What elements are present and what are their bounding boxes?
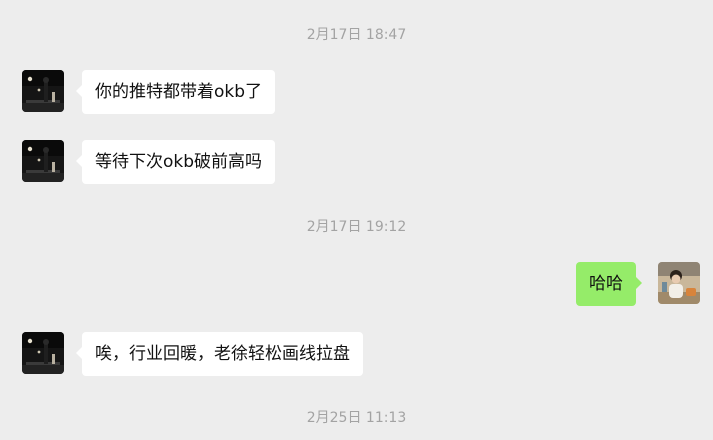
timestamp: 2月25日 11:13 bbox=[306, 410, 407, 426]
contact-avatar[interactable] bbox=[22, 332, 64, 374]
timestamp: 2月17日 19:12 bbox=[306, 219, 407, 235]
message-row-outgoing: 哈哈 bbox=[0, 262, 713, 308]
contact-avatar[interactable] bbox=[22, 140, 64, 182]
message-row-incoming: 等待下次okb破前高吗 bbox=[0, 140, 713, 186]
contact-avatar-image bbox=[22, 70, 64, 112]
message-bubble[interactable]: 哈哈 bbox=[576, 262, 642, 306]
contact-avatar-image bbox=[22, 140, 64, 182]
chat-history: 2月17日 18:47 你的推特都带着okb了 等待下次okb破前高吗 2月17… bbox=[0, 0, 713, 440]
message-row-incoming: 唉，行业回暖，老徐轻松画线拉盘 bbox=[0, 332, 713, 378]
contact-avatar-image bbox=[22, 332, 64, 374]
contact-avatar[interactable] bbox=[22, 70, 64, 112]
message-bubble[interactable]: 等待下次okb破前高吗 bbox=[75, 140, 276, 184]
message-bubble[interactable]: 唉，行业回暖，老徐轻松画线拉盘 bbox=[76, 332, 363, 376]
message-bubble[interactable]: 你的推特都带着okb了 bbox=[75, 70, 276, 114]
self-avatar-image bbox=[658, 262, 700, 304]
message-row-incoming: 你的推特都带着okb了 bbox=[0, 70, 713, 116]
timestamp: 2月17日 18:47 bbox=[306, 27, 407, 43]
self-avatar[interactable] bbox=[658, 262, 700, 304]
